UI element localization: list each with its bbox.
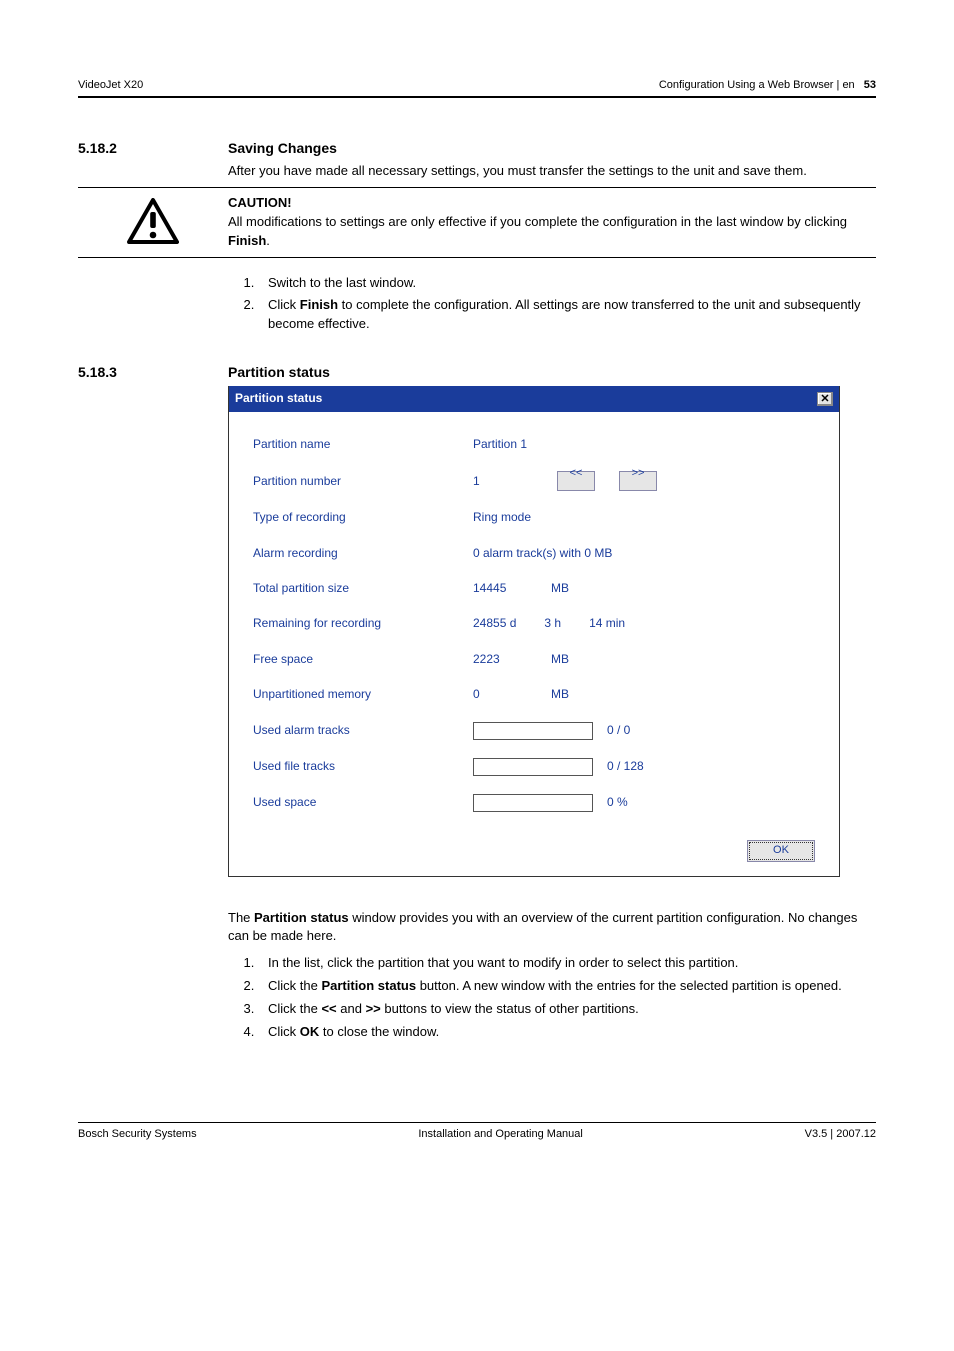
section-heading-partition-status: 5.18.3 Partition status [78, 362, 876, 382]
step-1: Switch to the last window. [258, 274, 876, 293]
caution-icon [78, 194, 228, 244]
dialog-title-bar: Partition status ✕ [229, 386, 839, 411]
used-alarm-progress [473, 722, 593, 740]
prev-partition-button[interactable]: << [557, 471, 595, 491]
row-total-size: Total partition size 14445 MB [253, 580, 815, 597]
ok-button[interactable]: OK [747, 840, 815, 862]
section-heading-saving-changes: 5.18.2 Saving Changes [78, 138, 876, 158]
footer-right: V3.5 | 2007.12 [805, 1127, 876, 1143]
row-unpartitioned: Unpartitioned memory 0 MB [253, 686, 815, 703]
ps-step-4: Click OK to close the window. [258, 1023, 876, 1042]
row-free-space: Free space 2223 MB [253, 651, 815, 668]
section1-intro: After you have made all necessary settin… [228, 162, 876, 181]
step-2: Click Finish to complete the configurati… [258, 296, 876, 334]
row-used-space: Used space 0 % [253, 794, 815, 812]
next-partition-button[interactable]: >> [619, 471, 657, 491]
row-used-alarm: Used alarm tracks 0 / 0 [253, 722, 815, 740]
row-alarm-recording: Alarm recording 0 alarm track(s) with 0 … [253, 545, 815, 562]
row-remaining: Remaining for recording 24855 d 3 h 14 m… [253, 615, 815, 632]
caution-block: CAUTION! All modifications to settings a… [78, 187, 876, 258]
steps-partition-status: In the list, click the partition that yo… [228, 954, 876, 1041]
row-type-recording: Type of recording Ring mode [253, 509, 815, 526]
partition-status-description: The Partition status window provides you… [228, 909, 876, 947]
footer-left: Bosch Security Systems [78, 1127, 197, 1143]
ps-step-1: In the list, click the partition that yo… [258, 954, 876, 973]
caution-text: All modifications to settings are only e… [228, 213, 876, 251]
header-left: VideoJet X20 [78, 78, 143, 94]
used-space-progress [473, 794, 593, 812]
ps-step-2: Click the Partition status button. A new… [258, 977, 876, 996]
page-footer: Bosch Security Systems Installation and … [78, 1122, 876, 1143]
row-partition-number: Partition number 1 << >> [253, 471, 815, 491]
header-right: Configuration Using a Web Browser | en 5… [659, 78, 876, 94]
steps-saving-changes: Switch to the last window. Click Finish … [228, 274, 876, 335]
row-partition-name: Partition name Partition 1 [253, 436, 815, 453]
caution-label: CAUTION! [228, 194, 876, 213]
footer-center: Installation and Operating Manual [418, 1127, 583, 1143]
close-icon[interactable]: ✕ [817, 392, 833, 406]
used-file-progress [473, 758, 593, 776]
partition-status-dialog: Partition status ✕ Partition name Partit… [228, 386, 840, 876]
page-header: VideoJet X20 Configuration Using a Web B… [78, 78, 876, 98]
row-used-file: Used file tracks 0 / 128 [253, 758, 815, 776]
dialog-title: Partition status [235, 390, 322, 407]
page-number: 53 [864, 79, 876, 91]
ps-step-3: Click the << and >> buttons to view the … [258, 1000, 876, 1019]
